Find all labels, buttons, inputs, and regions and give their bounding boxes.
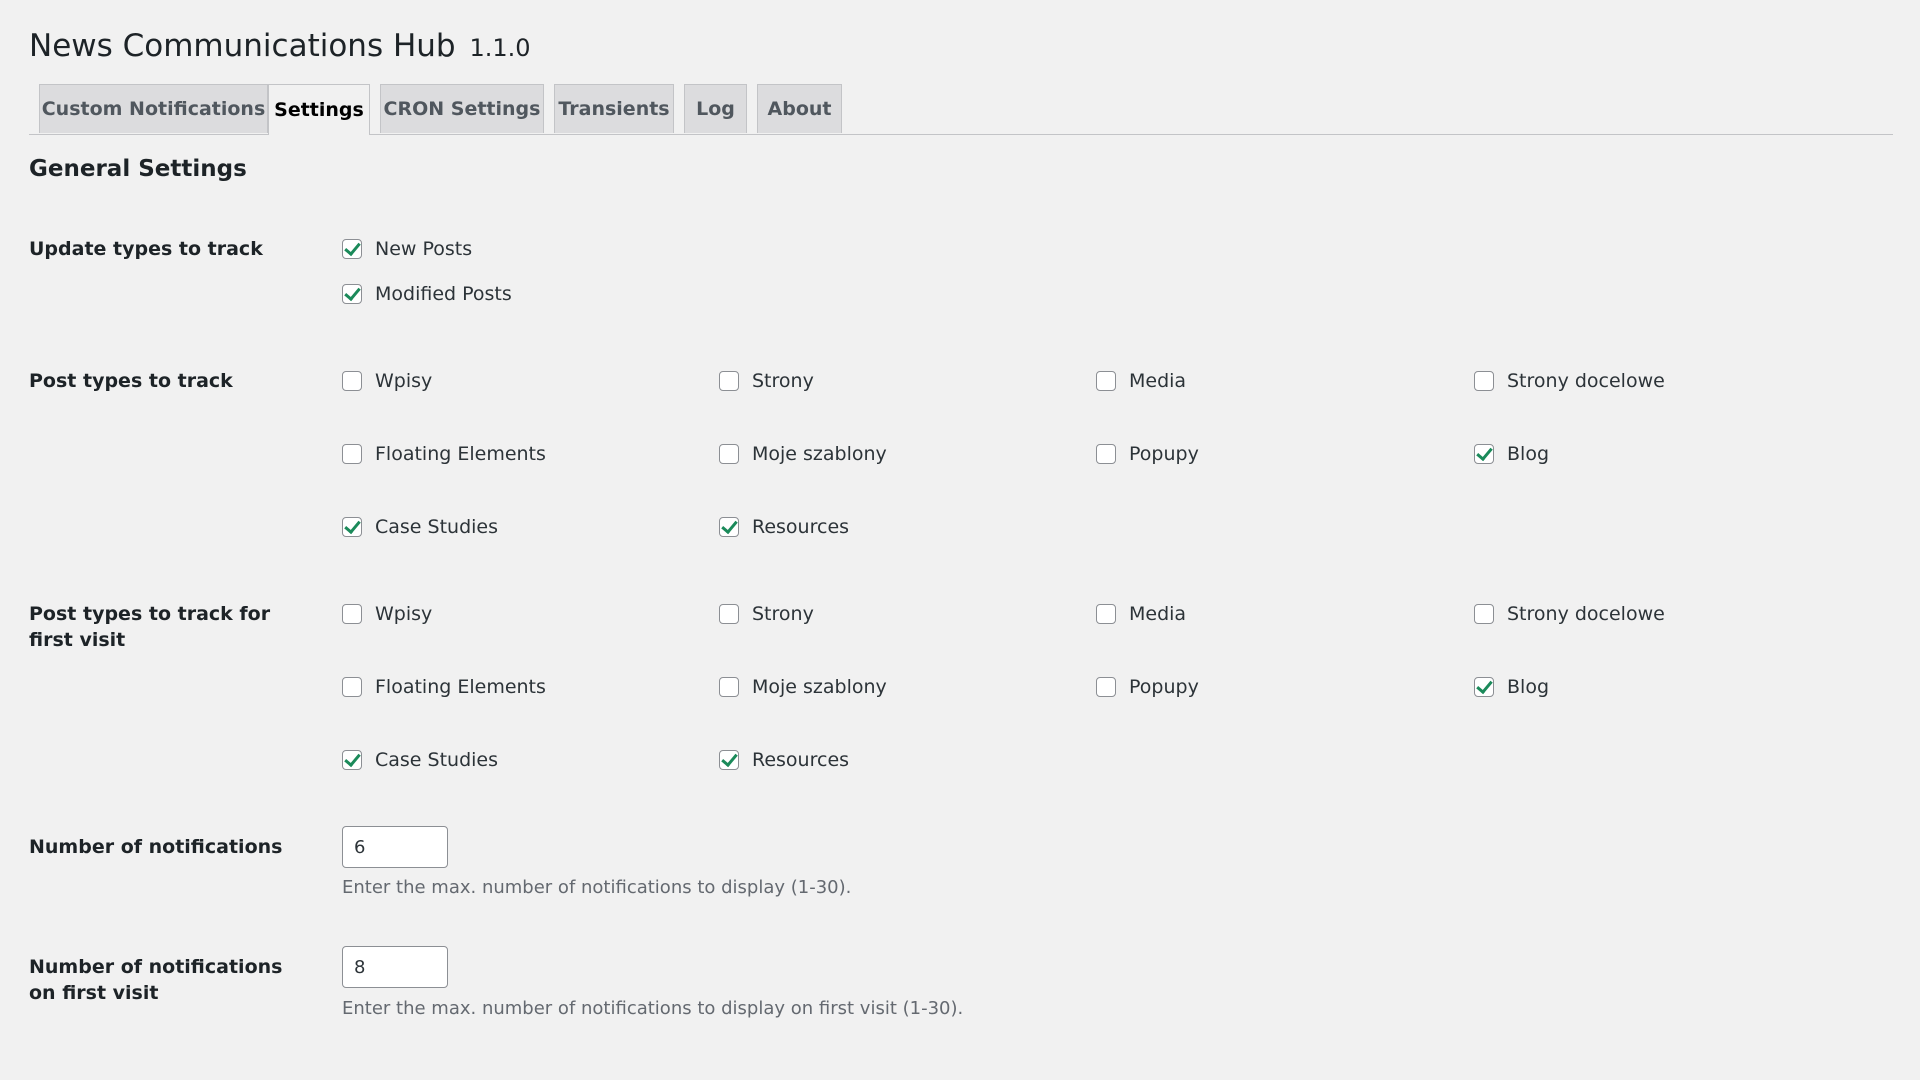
checkbox[interactable] bbox=[342, 677, 362, 697]
checkbox-label: Moje szablony bbox=[752, 443, 887, 465]
plugin-name: News Communications Hub bbox=[29, 28, 456, 64]
section-title: General Settings bbox=[29, 156, 247, 182]
page-title: News Communications Hub 1.1.0 bbox=[29, 28, 531, 64]
checkbox[interactable] bbox=[1474, 604, 1494, 624]
post-type-option[interactable]: Strony bbox=[719, 368, 814, 394]
checkbox-label: Resources bbox=[752, 749, 850, 771]
checkbox[interactable] bbox=[719, 444, 739, 464]
tab-bar: Custom Notifications Settings CRON Setti… bbox=[29, 84, 1893, 135]
post-type-first-visit-option[interactable]: Resources bbox=[719, 747, 849, 773]
checkbox[interactable] bbox=[342, 239, 362, 259]
post-type-first-visit-option[interactable]: Popupy bbox=[1096, 674, 1199, 700]
num-notifications-label: Number of notifications bbox=[29, 836, 283, 858]
tab-transients[interactable]: Transients bbox=[554, 84, 674, 133]
post-type-option[interactable]: Popupy bbox=[1096, 441, 1199, 467]
checkbox-label: Floating Elements bbox=[375, 676, 546, 698]
checkbox-label: Strony bbox=[752, 603, 814, 625]
checkbox-label: Popupy bbox=[1129, 676, 1199, 698]
checkbox[interactable] bbox=[1096, 604, 1116, 624]
checkbox-label: Resources bbox=[752, 516, 850, 538]
post-type-option[interactable]: Case Studies bbox=[342, 514, 498, 540]
checkbox[interactable] bbox=[342, 371, 362, 391]
update-types-label: Update types to track bbox=[29, 238, 263, 260]
post-type-first-visit-option[interactable]: Media bbox=[1096, 601, 1186, 627]
checkbox[interactable] bbox=[1474, 371, 1494, 391]
post-type-option[interactable]: Resources bbox=[719, 514, 849, 540]
checkbox-label: Wpisy bbox=[375, 603, 433, 625]
update-type-option[interactable]: Modified Posts bbox=[342, 281, 512, 307]
checkbox-label: Media bbox=[1129, 370, 1187, 392]
checkbox[interactable] bbox=[342, 517, 362, 537]
checkbox[interactable] bbox=[1096, 677, 1116, 697]
checkbox-label: Strony docelowe bbox=[1507, 370, 1665, 392]
num-notifications-input[interactable] bbox=[342, 826, 448, 868]
post-type-option[interactable]: Moje szablony bbox=[719, 441, 887, 467]
checkbox[interactable] bbox=[719, 371, 739, 391]
checkbox[interactable] bbox=[719, 750, 739, 770]
checkbox-label: Case Studies bbox=[375, 749, 499, 771]
checkbox[interactable] bbox=[342, 284, 362, 304]
checkbox[interactable] bbox=[342, 444, 362, 464]
checkbox-label: Case Studies bbox=[375, 516, 499, 538]
num-notifications-first-visit-label: Number of notifications on first visit bbox=[29, 956, 283, 1004]
tab-cron-settings[interactable]: CRON Settings bbox=[380, 84, 544, 133]
post-type-first-visit-option[interactable]: Strony bbox=[719, 601, 814, 627]
tab-log[interactable]: Log bbox=[684, 84, 747, 133]
checkbox[interactable] bbox=[719, 517, 739, 537]
checkbox-label: Modified Posts bbox=[375, 283, 512, 305]
update-type-option[interactable]: New Posts bbox=[342, 236, 472, 262]
checkbox-label: New Posts bbox=[375, 238, 473, 260]
tab-settings[interactable]: Settings bbox=[268, 84, 370, 135]
post-type-first-visit-option[interactable]: Floating Elements bbox=[342, 674, 546, 700]
post-types-label: Post types to track bbox=[29, 370, 233, 392]
num-notifications-description: Enter the max. number of notifications t… bbox=[342, 877, 852, 898]
checkbox[interactable] bbox=[1096, 444, 1116, 464]
checkbox[interactable] bbox=[342, 750, 362, 770]
checkbox-label: Wpisy bbox=[375, 370, 433, 392]
checkbox-label: Media bbox=[1129, 603, 1187, 625]
plugin-version: 1.1.0 bbox=[469, 34, 531, 62]
post-type-option[interactable]: Wpisy bbox=[342, 368, 432, 394]
post-type-first-visit-option[interactable]: Wpisy bbox=[342, 601, 432, 627]
num-notifications-first-visit-input[interactable] bbox=[342, 946, 448, 988]
checkbox-label: Popupy bbox=[1129, 443, 1199, 465]
checkbox[interactable] bbox=[719, 677, 739, 697]
post-type-option[interactable]: Media bbox=[1096, 368, 1186, 394]
checkbox-label: Floating Elements bbox=[375, 443, 546, 465]
tab-about[interactable]: About bbox=[757, 84, 842, 133]
checkbox-label: Blog bbox=[1507, 676, 1549, 698]
post-type-option[interactable]: Floating Elements bbox=[342, 441, 546, 467]
checkbox[interactable] bbox=[1474, 677, 1494, 697]
checkbox-label: Strony bbox=[752, 370, 814, 392]
post-type-option[interactable]: Blog bbox=[1474, 441, 1549, 467]
checkbox[interactable] bbox=[342, 604, 362, 624]
post-type-first-visit-option[interactable]: Moje szablony bbox=[719, 674, 887, 700]
num-notifications-first-visit-description: Enter the max. number of notifications t… bbox=[342, 998, 964, 1019]
post-types-first-visit-label: Post types to track for first visit bbox=[29, 603, 271, 651]
checkbox-label: Blog bbox=[1507, 443, 1549, 465]
checkbox-label: Strony docelowe bbox=[1507, 603, 1665, 625]
tab-custom-notifications[interactable]: Custom Notifications bbox=[39, 84, 268, 133]
checkbox-label: Moje szablony bbox=[752, 676, 887, 698]
post-type-first-visit-option[interactable]: Case Studies bbox=[342, 747, 498, 773]
post-type-option[interactable]: Strony docelowe bbox=[1474, 368, 1665, 394]
checkbox[interactable] bbox=[719, 604, 739, 624]
post-type-first-visit-option[interactable]: Strony docelowe bbox=[1474, 601, 1665, 627]
post-type-first-visit-option[interactable]: Blog bbox=[1474, 674, 1549, 700]
checkbox[interactable] bbox=[1474, 444, 1494, 464]
checkbox[interactable] bbox=[1096, 371, 1116, 391]
